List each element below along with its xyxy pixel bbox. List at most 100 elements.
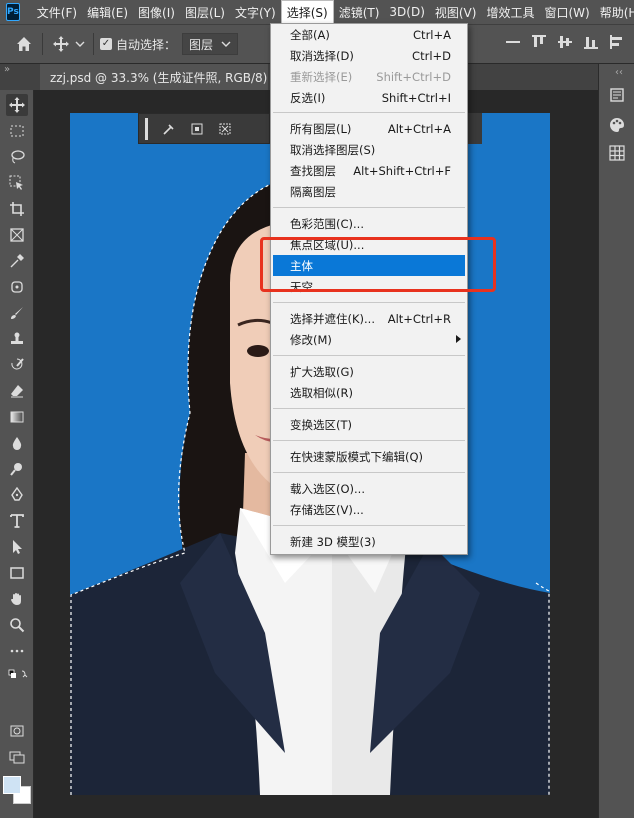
auto-select-target-dropdown[interactable]: 图层 <box>182 33 239 55</box>
palette-icon[interactable] <box>608 116 626 134</box>
menu-item-deselect-layers[interactable]: 取消选择图层(S) <box>273 139 465 160</box>
distribute-icon[interactable] <box>504 33 522 51</box>
move-tool-preset-icon[interactable] <box>49 32 73 56</box>
collapse-icon[interactable]: ‹‹ <box>615 67 623 78</box>
blur-icon[interactable] <box>6 432 28 454</box>
drag-handle[interactable] <box>145 117 148 140</box>
align-vertical-center-icon[interactable] <box>556 33 574 51</box>
menu-item-color-range[interactable]: 色彩范围(C)... <box>273 213 465 234</box>
properties-icon[interactable] <box>608 86 626 104</box>
align-left-icon[interactable] <box>608 33 626 51</box>
transform-icon[interactable] <box>190 122 204 136</box>
menu-item-inverse[interactable]: 反选(I) Shift+Ctrl+I <box>273 87 465 108</box>
menu-item-select-and-mask[interactable]: 选择并遮住(K)... Alt+Ctrl+R <box>273 308 465 329</box>
menu-separator <box>273 440 465 441</box>
type-icon[interactable] <box>6 510 28 532</box>
home-icon[interactable] <box>12 32 36 56</box>
photoshop-logo: Ps <box>6 3 20 21</box>
menu-layer[interactable]: 图层(L) <box>180 0 230 24</box>
menu-window[interactable]: 窗口(W) <box>539 0 594 24</box>
menu-type[interactable]: 文字(Y) <box>230 0 281 24</box>
menu-help[interactable]: 帮助(H) <box>595 0 634 24</box>
menu-item-find-layers[interactable]: 查找图层 Alt+Shift+Ctrl+F <box>273 160 465 181</box>
document-tab-title: zzj.psd @ 33.3% (生成证件照, RGB/8) <box>50 70 268 85</box>
contextual-task-bar <box>138 113 270 144</box>
chevron-down-icon[interactable] <box>73 32 87 56</box>
right-panel-dock: ‹‹ <box>598 64 634 818</box>
dodge-icon[interactable] <box>6 458 28 480</box>
contextual-task-bar-end <box>466 113 482 144</box>
menu-plugins[interactable]: 增效工具 <box>481 0 539 24</box>
menu-item-grow[interactable]: 扩大选取(G) <box>273 361 465 382</box>
history-brush-icon[interactable] <box>6 354 28 376</box>
auto-select-label: 自动选择： <box>116 37 177 52</box>
align-buttons <box>504 33 626 51</box>
auto-select-checkbox[interactable]: ✓ <box>100 38 112 50</box>
brush-icon[interactable] <box>6 302 28 324</box>
divider <box>42 33 43 55</box>
hand-icon[interactable] <box>6 588 28 610</box>
crop-icon[interactable] <box>6 198 28 220</box>
menu-separator <box>273 472 465 473</box>
menu-3d[interactable]: 3D(D) <box>384 0 429 24</box>
stamp-icon[interactable] <box>6 328 28 350</box>
highlight-annotation-box <box>260 237 496 292</box>
foreground-color-swatch[interactable] <box>3 776 21 794</box>
menu-item-select-all[interactable]: 全部(A) Ctrl+A <box>273 24 465 45</box>
menu-separator <box>273 207 465 208</box>
menu-item-save-selection[interactable]: 存储选区(V)... <box>273 499 465 520</box>
quick-mask-icon[interactable] <box>6 720 28 742</box>
tools-panel <box>0 90 34 818</box>
swap-colors-icon[interactable] <box>6 664 30 686</box>
auto-select-target-value: 图层 <box>189 37 214 52</box>
rectangle-icon[interactable] <box>6 562 28 584</box>
menu-item-load-selection[interactable]: 载入选区(O)... <box>273 478 465 499</box>
menu-select[interactable]: 选择(S) <box>280 0 334 24</box>
color-swatches[interactable] <box>3 776 33 804</box>
move-icon[interactable] <box>6 94 28 116</box>
submenu-arrow-icon <box>456 335 461 343</box>
chevron-down-icon <box>221 41 231 47</box>
select-subject-icon[interactable] <box>162 122 176 136</box>
menu-item-new-3d-extrusion[interactable]: 新建 3D 模型(3) <box>273 531 465 552</box>
eraser-icon[interactable] <box>6 380 28 402</box>
menu-file[interactable]: 文件(F) <box>32 0 82 24</box>
align-top-icon[interactable] <box>530 33 548 51</box>
menu-separator <box>273 525 465 526</box>
menu-bar: Ps 文件(F) 编辑(E) 图像(I) 图层(L) 文字(Y) 选择(S) 滤… <box>0 0 634 24</box>
path-select-icon[interactable] <box>6 536 28 558</box>
collapse-icon[interactable]: » <box>0 64 30 76</box>
menu-separator <box>273 355 465 356</box>
menu-item-all-layers[interactable]: 所有图层(L) Alt+Ctrl+A <box>273 118 465 139</box>
menu-item-reselect: 重新选择(E) Shift+Ctrl+D <box>290 69 451 84</box>
menu-edit[interactable]: 编辑(E) <box>82 0 133 24</box>
menu-image[interactable]: 图像(I) <box>133 0 180 24</box>
object-select-icon[interactable] <box>6 172 28 194</box>
marquee-icon[interactable] <box>6 120 28 142</box>
menu-item-isolate-layers[interactable]: 隔离图层 <box>273 181 465 202</box>
lasso-icon[interactable] <box>6 146 28 168</box>
menu-item-deselect[interactable]: 取消选择(D) Ctrl+D <box>273 45 465 66</box>
menu-separator <box>273 112 465 113</box>
menu-view[interactable]: 视图(V) <box>430 0 482 24</box>
screen-mode-icon[interactable] <box>6 746 28 768</box>
menu-filter[interactable]: 滤镜(T) <box>334 0 385 24</box>
align-bottom-icon[interactable] <box>582 33 600 51</box>
healing-icon[interactable] <box>6 276 28 298</box>
zoom-icon[interactable] <box>6 614 28 636</box>
gradient-icon[interactable] <box>6 406 28 428</box>
eyedropper-icon[interactable] <box>6 250 28 272</box>
menu-item-modify[interactable]: 修改(M) <box>273 329 465 350</box>
swatches-grid-icon[interactable] <box>608 144 626 162</box>
select-mask-icon[interactable] <box>218 122 232 136</box>
menu-item-quick-mask[interactable]: 在快速蒙版模式下编辑(Q) <box>273 446 465 467</box>
menu-separator <box>273 408 465 409</box>
frame-icon[interactable] <box>6 224 28 246</box>
menu-separator <box>273 302 465 303</box>
more-icon[interactable] <box>6 640 28 662</box>
pen-icon[interactable] <box>6 484 28 506</box>
divider <box>93 33 94 55</box>
menu-item-similar[interactable]: 选取相似(R) <box>273 382 465 403</box>
document-tab[interactable]: zzj.psd @ 33.3% (生成证件照, RGB/8) × <box>40 64 268 90</box>
menu-item-transform-selection[interactable]: 变换选区(T) <box>273 414 465 435</box>
